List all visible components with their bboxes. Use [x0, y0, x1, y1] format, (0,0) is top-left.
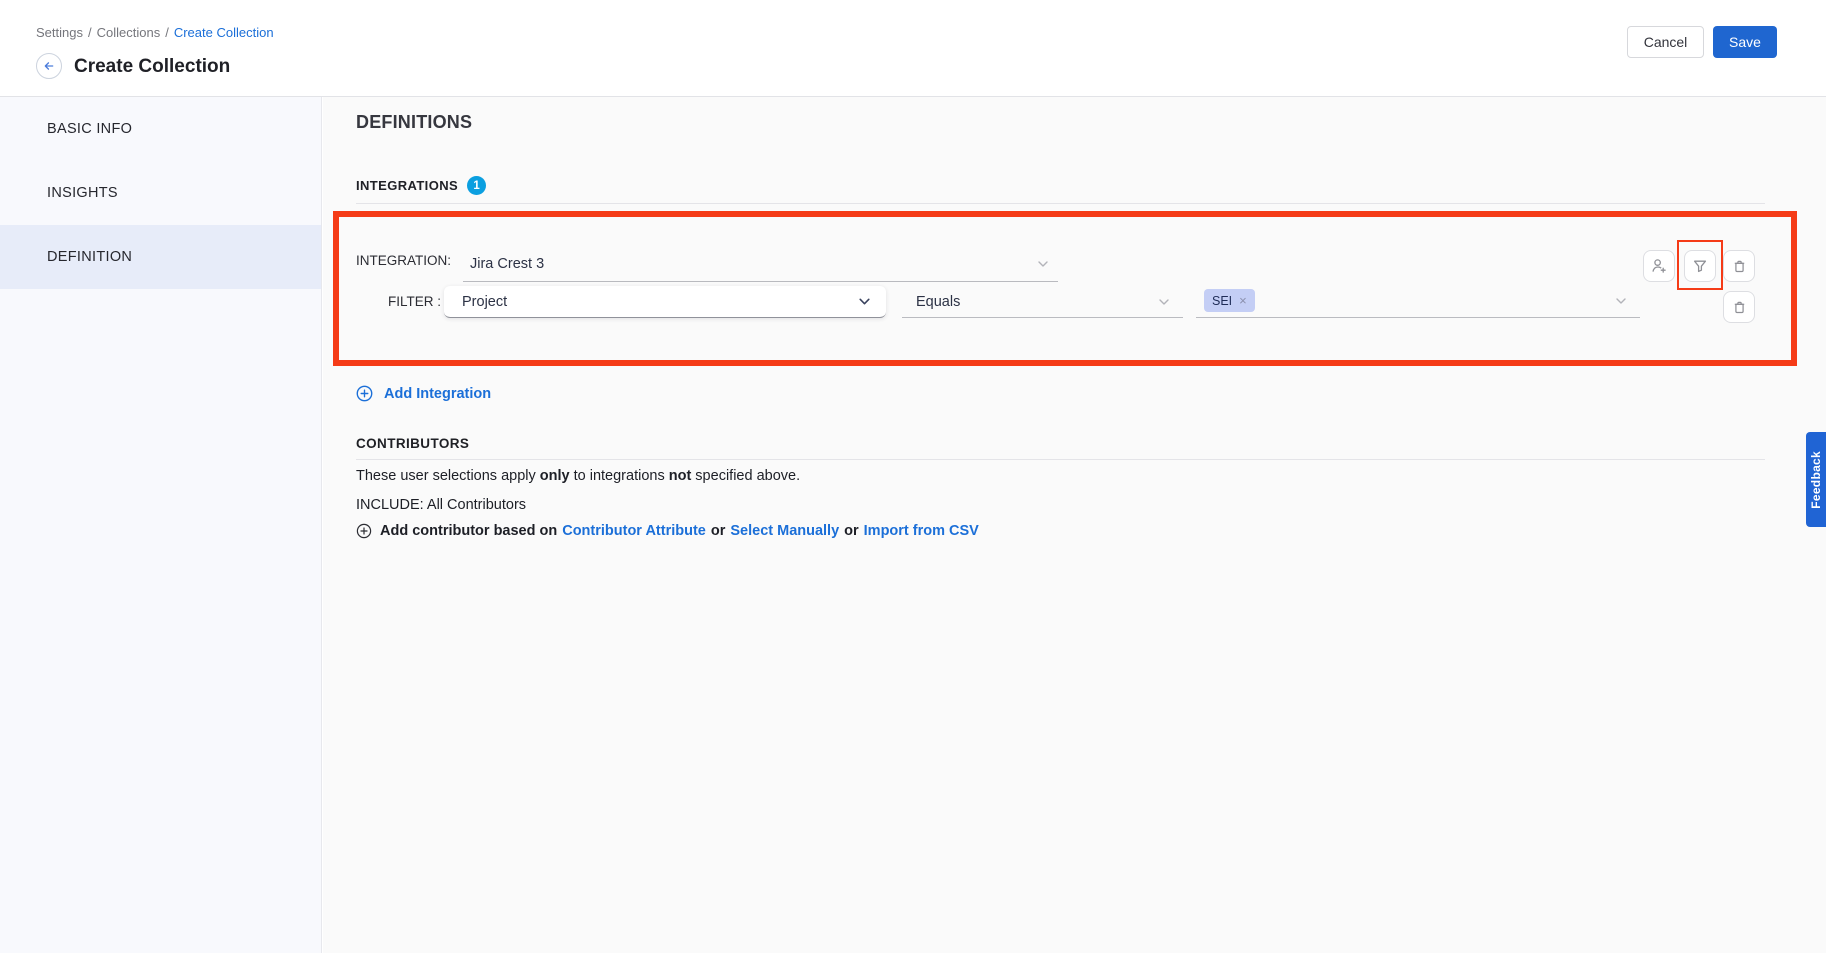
integrations-label: INTEGRATIONS	[356, 178, 458, 193]
filter-values-multiselect[interactable]: SEI ×	[1196, 284, 1640, 318]
filter-field-select[interactable]: Project	[444, 286, 886, 318]
select-manually-link[interactable]: Select Manually	[730, 523, 839, 539]
contributor-attribute-link[interactable]: Contributor Attribute	[562, 523, 706, 539]
filter-operator-value: Equals	[916, 294, 960, 310]
filter-operator-select[interactable]: Equals	[902, 286, 1183, 318]
integrations-heading: INTEGRATIONS 1	[356, 176, 486, 195]
breadcrumb: Settings / Collections / Create Collecti…	[36, 25, 274, 40]
feedback-label: Feedback	[1809, 451, 1823, 509]
chevron-down-icon	[1036, 257, 1050, 271]
chevron-down-icon	[1157, 295, 1171, 309]
chevron-down-icon	[1614, 294, 1628, 308]
arrow-left-icon	[42, 59, 56, 73]
funnel-icon	[1691, 257, 1709, 275]
chevron-down-icon	[857, 294, 872, 309]
breadcrumb-collections[interactable]: Collections	[97, 25, 161, 40]
breadcrumb-separator: /	[88, 25, 92, 40]
contributors-note: These user selections apply only to inte…	[356, 468, 800, 484]
breadcrumb-settings[interactable]: Settings	[36, 25, 83, 40]
integration-label: INTEGRATION:	[356, 253, 451, 268]
contributors-divider	[356, 459, 1765, 460]
breadcrumb-separator: /	[165, 25, 169, 40]
delete-integration-button[interactable]	[1723, 250, 1755, 282]
or-text: or	[711, 523, 726, 539]
include-contributors-text: INCLUDE: All Contributors	[356, 497, 526, 513]
add-contributor-row: Add contributor based on Contributor Att…	[356, 523, 979, 539]
sidebar: BASIC INFO INSIGHTS DEFINITION	[0, 97, 322, 953]
or-text: or	[844, 523, 859, 539]
add-integration-label: Add Integration	[384, 386, 491, 402]
add-contributor-prefix: Add contributor based on	[380, 523, 557, 539]
back-button[interactable]	[36, 53, 62, 79]
plus-circle-icon	[356, 523, 372, 539]
cancel-button[interactable]: Cancel	[1627, 26, 1704, 58]
integrations-divider	[356, 203, 1765, 204]
import-from-csv-link[interactable]: Import from CSV	[864, 523, 979, 539]
page-title: Create Collection	[74, 56, 230, 78]
trash-icon	[1731, 258, 1748, 275]
assign-contributors-button[interactable]	[1643, 250, 1675, 282]
delete-filter-button[interactable]	[1723, 291, 1755, 323]
sidebar-item-insights[interactable]: INSIGHTS	[0, 161, 321, 225]
chip-label: SEI	[1212, 294, 1232, 308]
filter-field-value: Project	[462, 294, 507, 310]
section-title: DEFINITIONS	[356, 112, 472, 133]
user-plus-icon	[1650, 257, 1668, 275]
filter-value-chip[interactable]: SEI ×	[1204, 289, 1255, 312]
plus-circle-icon	[356, 385, 373, 402]
contributors-heading: CONTRIBUTORS	[356, 436, 469, 451]
save-button[interactable]: Save	[1713, 26, 1777, 58]
sidebar-item-definition[interactable]: DEFINITION	[0, 225, 321, 289]
sidebar-item-basic-info[interactable]: BASIC INFO	[0, 97, 321, 161]
integration-select[interactable]: Jira Crest 3	[463, 246, 1058, 282]
breadcrumb-current[interactable]: Create Collection	[174, 25, 274, 40]
filter-button[interactable]	[1684, 250, 1716, 282]
chip-remove-icon[interactable]: ×	[1239, 293, 1247, 308]
filter-label: FILTER :	[388, 294, 441, 309]
feedback-tab[interactable]: Feedback	[1806, 432, 1826, 527]
integrations-count-badge: 1	[467, 176, 486, 195]
create-collection-page: Settings / Collections / Create Collecti…	[0, 0, 1826, 953]
integration-select-value: Jira Crest 3	[470, 256, 544, 272]
add-integration-link[interactable]: Add Integration	[356, 385, 491, 402]
trash-icon	[1731, 299, 1748, 316]
